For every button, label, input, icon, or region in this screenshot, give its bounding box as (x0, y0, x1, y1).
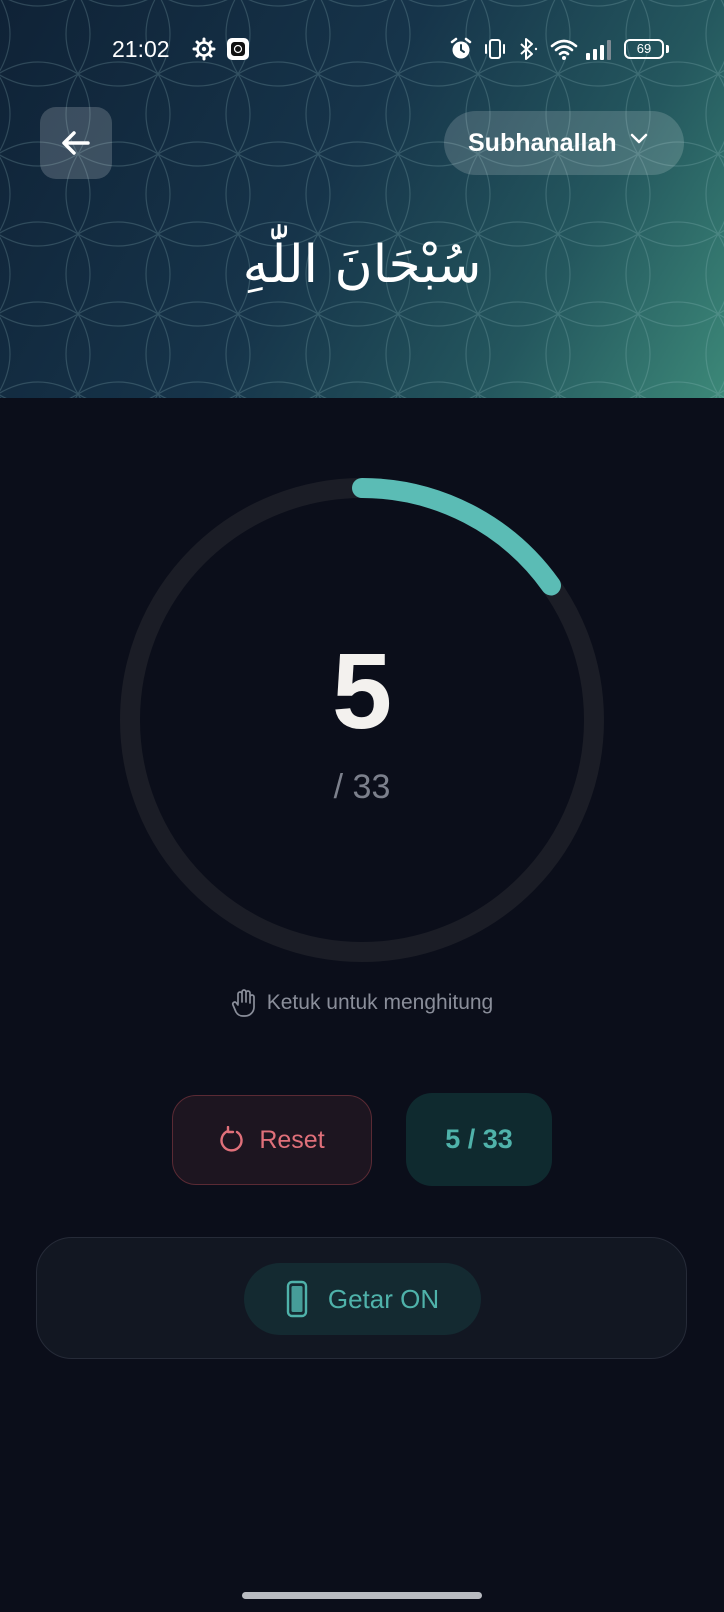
tap-hint: Ketuk untuk menghitung (0, 988, 724, 1018)
header: 21:02 69 Subhanallah سُبْحَانَ اللّٰهِ (0, 0, 724, 398)
chevron-down-icon (630, 133, 647, 144)
counter-tap-area[interactable]: 5 / 33 (120, 478, 604, 962)
phone-icon (286, 1280, 308, 1318)
signal-icon (586, 40, 611, 60)
wifi-icon (550, 39, 578, 60)
dhikr-selector[interactable]: Subhanallah (444, 111, 684, 175)
count-value: 5 (331, 630, 393, 751)
app-notification-icon (227, 38, 249, 60)
vibrate-toggle[interactable]: Getar ON (244, 1263, 481, 1335)
progress-chip-text: 5 / 33 (445, 1124, 513, 1154)
reset-label: Reset (259, 1125, 325, 1154)
hand-icon (231, 989, 255, 1017)
reset-button[interactable]: Reset (172, 1095, 372, 1185)
settings-gear-icon (192, 37, 216, 61)
dhikr-selector-label: Subhanallah (468, 128, 617, 157)
battery-icon: 69 (624, 39, 664, 59)
arabic-dhikr-text: سُبْحَانَ اللّٰهِ (242, 235, 482, 295)
arrow-left-icon (62, 131, 90, 155)
tap-hint-text: Ketuk untuk menghitung (266, 991, 494, 1014)
back-button[interactable] (40, 107, 112, 179)
vibrate-icon (485, 39, 505, 59)
refresh-icon (220, 1126, 244, 1152)
vibrate-label: Getar ON (327, 1283, 440, 1314)
home-indicator[interactable] (242, 1592, 482, 1599)
count-target: / 33 (333, 768, 391, 806)
battery-tip (666, 45, 669, 53)
status-bar: 21:02 69 (0, 30, 724, 70)
progress-chip: 5 / 33 (406, 1093, 552, 1186)
status-time: 21:02 (112, 36, 170, 62)
bluetooth-icon (520, 38, 538, 60)
alarm-icon (450, 37, 472, 59)
